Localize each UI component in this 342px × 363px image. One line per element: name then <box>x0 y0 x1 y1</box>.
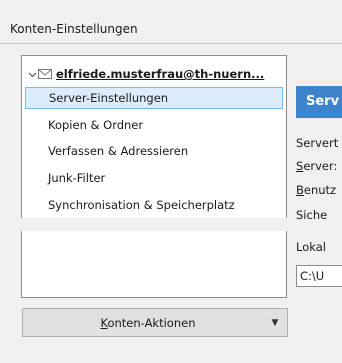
tree-item-composition[interactable]: Verfassen & Adressieren <box>25 140 283 162</box>
account-actions-button[interactable]: Konten-Aktionen ▼ <box>22 308 288 337</box>
account-tree[interactable]: elfriede.musterfrau@th-nuern... Server-E… <box>21 55 287 298</box>
mail-icon <box>38 69 52 79</box>
settings-panel: Serv Servert Server: Benutz Siche Lokal … <box>296 0 342 363</box>
local-directory-label: Lokal <box>296 240 326 254</box>
account-name[interactable]: elfriede.musterfrau@th-nuern... <box>56 67 264 81</box>
local-directory-field[interactable]: C:\U <box>296 265 342 287</box>
tree-item-copies-folders[interactable]: Kopien & Ordner <box>25 114 283 136</box>
title-divider <box>0 43 342 44</box>
account-actions-label: Konten-Aktionen <box>23 316 263 330</box>
account-row[interactable]: elfriede.musterfrau@th-nuern... <box>28 65 264 83</box>
server-name-label-rest: erver: <box>303 159 338 173</box>
window-title: Konten-Einstellungen <box>10 22 138 36</box>
render-gap-band <box>0 218 342 231</box>
security-label: Siche <box>296 208 328 222</box>
server-name-label: Server: <box>296 159 337 173</box>
tree-item-junk-filter[interactable]: Junk-Filter <box>25 167 283 189</box>
section-banner: Serv <box>296 86 342 118</box>
account-actions-label-rest: onten-Aktionen <box>107 315 196 330</box>
tree-item-sync-storage[interactable]: Synchronisation & Speicherplatz <box>25 194 283 216</box>
tree-item-server-settings[interactable]: Server-Einstellungen <box>25 87 283 109</box>
dropdown-arrow-icon: ▼ <box>271 317 279 328</box>
username-label: Benutz <box>296 183 336 197</box>
server-type-label: Servert <box>296 136 339 150</box>
chevron-down-icon[interactable] <box>28 70 37 79</box>
hotkey-letter: B <box>296 183 304 197</box>
username-label-rest: enutz <box>303 183 337 197</box>
